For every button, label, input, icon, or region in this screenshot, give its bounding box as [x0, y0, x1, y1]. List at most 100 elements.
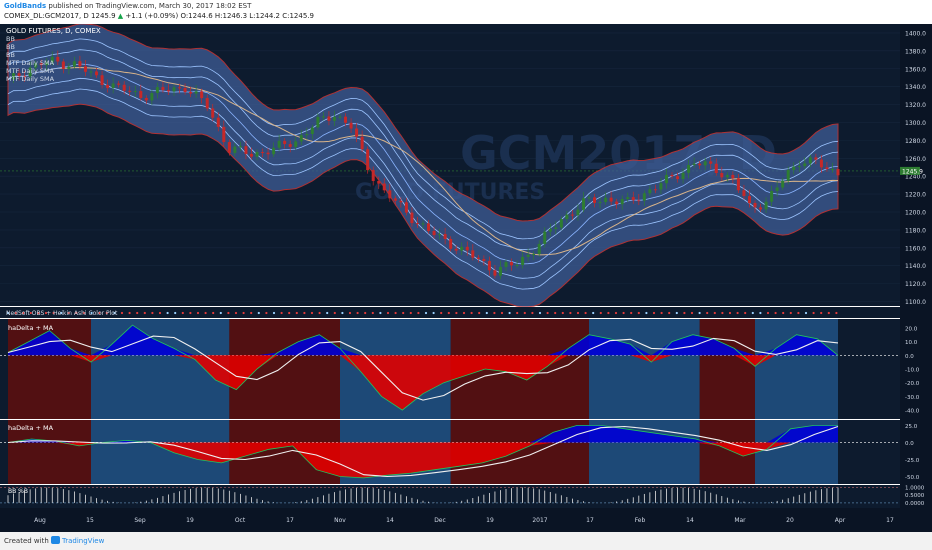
obs-dot [538, 311, 542, 315]
candle-body [382, 183, 386, 191]
obs-dot [424, 311, 428, 315]
obs-dot [569, 311, 572, 315]
obs-dot [143, 311, 146, 315]
candle-body [692, 163, 696, 166]
candle-body [377, 180, 381, 184]
candle-body [626, 197, 630, 200]
obs-dot [196, 311, 200, 315]
candle-body [155, 87, 159, 94]
legend-item: BB [6, 43, 15, 51]
bbpct-axis: 1.00000.5000 0.0000 [905, 486, 925, 507]
obs-dot [417, 311, 420, 315]
candle-body [687, 165, 691, 173]
obs-dot [706, 311, 709, 315]
price-tick-label: 1300.0 [905, 120, 926, 127]
obs-dot [440, 311, 443, 315]
candle-body [244, 146, 248, 154]
obs-dot [516, 311, 519, 315]
candle-body [432, 231, 436, 236]
candle-body [781, 180, 785, 188]
time-tick-label: 17 [886, 517, 894, 524]
candle-body [355, 128, 359, 137]
obs-dot [447, 311, 450, 315]
symbol-name[interactable]: COMEX_DL:GCM2017, D [4, 12, 89, 20]
candle-body [194, 91, 198, 94]
time-tick-label: 19 [186, 517, 194, 524]
candle-body [830, 169, 834, 171]
obs-dot [288, 311, 291, 315]
obs-dot [751, 311, 754, 315]
obs-dot [402, 311, 405, 315]
candle-body [537, 243, 541, 255]
candle-body [648, 189, 652, 194]
candle-body [642, 193, 646, 201]
candle-body [410, 212, 414, 224]
candle-body [681, 172, 685, 180]
candle-body [631, 197, 635, 201]
obs-dot [493, 311, 496, 315]
publish-line: GoldBands published on TradingView.com, … [4, 2, 251, 10]
candle-body [615, 201, 619, 205]
candle-body [238, 146, 242, 148]
candle-body [122, 84, 126, 91]
up-arrow-icon: ▲ [117, 12, 124, 20]
obs-dot [690, 311, 694, 315]
price-tick-label: 1160.0 [905, 245, 926, 252]
price-tick-label: 1120.0 [905, 281, 926, 288]
obs-dot [508, 311, 511, 315]
candle-body [366, 149, 370, 171]
axis-tick-label: 25.0 [905, 424, 918, 430]
candle-body [106, 84, 110, 89]
candle-body [753, 203, 757, 208]
candle-body [211, 108, 215, 118]
time-tick-label: 14 [686, 517, 694, 524]
legend-item: MTF Daily SMA [6, 75, 55, 83]
legend-item: MTF Daily SMA [6, 67, 55, 75]
obs-dot [736, 311, 739, 315]
regime-block [589, 319, 700, 419]
candle-body [200, 91, 204, 99]
obs-dot [584, 311, 587, 315]
time-tick-label: 15 [86, 517, 94, 524]
ohlc-values: O:1244.6 H:1246.3 L:1244.2 C:1245.9 [180, 12, 314, 20]
candle-body [360, 136, 364, 150]
obs-dot [356, 311, 359, 315]
tradingview-link[interactable]: TradingView [62, 537, 104, 545]
chart-canvas[interactable]: GCM2017, D GOLD FUTURES 1100.01120.01140… [0, 24, 932, 532]
candle-body [736, 178, 740, 191]
obs-dot [295, 311, 298, 315]
regime-block [755, 319, 838, 419]
candle-body [664, 174, 668, 184]
obs-dot [744, 311, 747, 315]
time-tick-label: Mar [734, 517, 746, 524]
obs-dot [820, 311, 823, 315]
obs-dot [189, 311, 192, 315]
candle-body [471, 250, 475, 258]
candle-body [178, 87, 182, 89]
obs-dot [698, 311, 701, 315]
candle-body [255, 152, 259, 157]
candle-body [476, 257, 480, 259]
candle-body [609, 197, 613, 202]
candle-body [83, 66, 87, 72]
candle-body [819, 159, 823, 168]
obs-dot [379, 311, 382, 315]
candle-body [454, 248, 458, 251]
obs-dot [782, 311, 785, 315]
candle-body [189, 91, 193, 94]
obs-dot [592, 311, 595, 315]
obs-dot [341, 311, 344, 315]
author-link[interactable]: GoldBands [4, 2, 46, 10]
candle-body [266, 152, 270, 155]
candle-body [67, 66, 71, 69]
candle-body [554, 227, 558, 229]
time-tick-label: Feb [635, 517, 646, 524]
candle-body [814, 157, 818, 160]
obs-dot [242, 311, 245, 315]
obs-dot [120, 311, 124, 315]
candle-body [161, 87, 165, 91]
price-tick-label: 1400.0 [905, 30, 926, 37]
price-tick-label: 1200.0 [905, 210, 926, 217]
obs-dot [728, 311, 732, 315]
candle-body [825, 167, 829, 170]
